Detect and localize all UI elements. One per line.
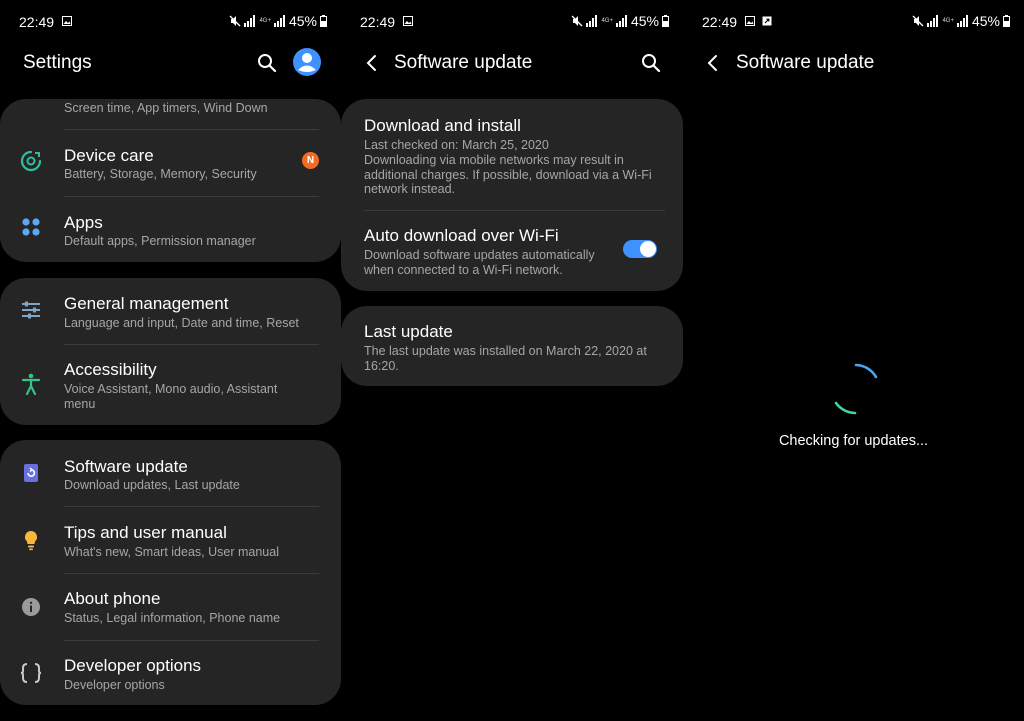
- battery-icon: [662, 15, 669, 27]
- settings-group-3: Software update Download updates, Last u…: [0, 440, 341, 705]
- item-subtitle: Default apps, Permission manager: [64, 234, 256, 248]
- mute-icon: [229, 15, 241, 27]
- developer-options-icon: [18, 660, 44, 686]
- auto-download-title: Auto download over Wi-Fi: [364, 226, 559, 245]
- item-title: About phone: [64, 589, 161, 608]
- item-title: Tips and user manual: [64, 523, 227, 542]
- battery-percent: 45%: [971, 13, 1000, 29]
- settings-item-tips[interactable]: Tips and user manual What's new, Smart i…: [0, 507, 341, 573]
- item-subtitle: Screen time, App timers, Wind Down: [64, 101, 268, 115]
- download-install-title: Download and install: [364, 116, 521, 135]
- new-badge: N: [302, 152, 319, 169]
- update-notification-icon: [762, 16, 772, 26]
- item-title: Software update: [64, 457, 188, 476]
- page-title: Software update: [736, 52, 875, 73]
- item-subtitle: Download updates, Last update: [64, 478, 240, 492]
- page-title: Software update: [394, 52, 533, 73]
- signal-icon-2: [273, 15, 285, 27]
- network-type: 4G+: [259, 18, 271, 24]
- settings-item-software-update[interactable]: Software update Download updates, Last u…: [0, 440, 341, 506]
- status-time: 22:49: [360, 14, 396, 30]
- back-arrow-icon[interactable]: [361, 52, 383, 74]
- back-arrow-icon[interactable]: [702, 52, 724, 74]
- settings-item-device-care[interactable]: Device care Battery, Storage, Memory, Se…: [0, 130, 341, 196]
- settings-item-about-phone[interactable]: About phone Status, Legal information, P…: [0, 574, 341, 640]
- settings-item-accessibility[interactable]: Accessibility Voice Assistant, Mono audi…: [0, 345, 341, 425]
- settings-appbar: Settings: [0, 44, 341, 82]
- settings-group-2: General management Language and input, D…: [0, 278, 341, 425]
- settings-item-developer-options[interactable]: Developer options Developer options: [0, 641, 341, 705]
- auto-download-item[interactable]: Auto download over Wi-Fi Download softwa…: [341, 211, 683, 291]
- battery-icon: [320, 15, 327, 27]
- last-update-title: Last update: [364, 322, 453, 341]
- software-update-screen: 22:49 4G+ 45% Software update Download a…: [341, 0, 683, 721]
- download-install-item[interactable]: Download and install Last checked on: Ma…: [341, 99, 683, 209]
- auto-download-toggle[interactable]: [623, 240, 657, 258]
- accessibility-icon: [18, 371, 44, 397]
- settings-item-digital-wellbeing[interactable]: Screen time, App timers, Wind Down: [0, 99, 341, 129]
- auto-download-description: Download software updates automatically …: [364, 248, 595, 277]
- status-bar: 22:49 4G+ 45%: [683, 0, 1024, 44]
- mute-icon: [571, 15, 583, 27]
- network-type: 4G+: [942, 18, 954, 24]
- checking-message: Checking for updates...: [778, 433, 929, 449]
- last-checked-text: Last checked on: March 25, 2020: [364, 138, 549, 152]
- battery-icon: [1003, 15, 1010, 27]
- settings-screen: 22:49 4G+ 45% Settings Screen time, App …: [0, 0, 341, 721]
- item-title: Device care: [64, 146, 154, 165]
- battery-percent: 45%: [288, 13, 317, 29]
- settings-group-1: Screen time, App timers, Wind Down Devic…: [0, 99, 341, 262]
- status-bar: 22:49 4G+ 45%: [341, 0, 683, 44]
- signal-icon-2: [615, 15, 627, 27]
- update-options-card: Download and install Last checked on: Ma…: [341, 99, 683, 291]
- item-title: Apps: [64, 213, 103, 232]
- item-subtitle: Battery, Storage, Memory, Security: [64, 167, 257, 181]
- status-right: 4G+ 45%: [229, 13, 327, 29]
- checking-appbar: Software update: [683, 44, 1024, 82]
- gallery-notification-icon: [745, 16, 755, 26]
- loading-spinner-icon: [834, 363, 878, 415]
- item-subtitle: Language and input, Date and time, Reset: [64, 316, 299, 330]
- network-type: 4G+: [601, 18, 613, 24]
- mobile-network-note: Downloading via mobile networks may resu…: [364, 153, 652, 197]
- info-icon: [18, 594, 44, 620]
- item-title: General management: [64, 294, 229, 313]
- signal-icon: [244, 15, 256, 27]
- software-update-icon: [18, 460, 44, 486]
- status-right: 4G+ 45%: [912, 13, 1010, 29]
- item-subtitle: Voice Assistant, Mono audio, Assistant m…: [64, 382, 278, 411]
- battery-percent: 45%: [630, 13, 659, 29]
- item-subtitle: Status, Legal information, Phone name: [64, 611, 281, 625]
- mute-icon: [912, 15, 924, 27]
- software-update-appbar: Software update: [341, 44, 683, 82]
- general-management-icon: [18, 297, 44, 323]
- gallery-notification-icon: [62, 16, 72, 26]
- item-subtitle: Developer options: [64, 678, 165, 692]
- status-time: 22:49: [19, 14, 55, 30]
- last-update-card[interactable]: Last update The last update was installe…: [341, 306, 683, 386]
- signal-icon: [927, 15, 939, 27]
- settings-item-apps[interactable]: Apps Default apps, Permission manager: [0, 197, 341, 262]
- last-update-description: The last update was installed on March 2…: [364, 344, 647, 373]
- item-subtitle: What's new, Smart ideas, User manual: [64, 545, 279, 559]
- item-title: Developer options: [64, 656, 202, 675]
- account-icon[interactable]: [292, 47, 322, 77]
- item-title: Accessibility: [64, 360, 157, 379]
- checking-updates-screen: 22:49 4G+ 45% Software update Checking f…: [683, 0, 1024, 721]
- device-care-icon: [18, 148, 44, 174]
- signal-icon: [586, 15, 598, 27]
- status-time: 22:49: [702, 14, 738, 30]
- signal-icon-2: [956, 15, 968, 27]
- status-bar: 22:49 4G+ 45%: [0, 0, 341, 44]
- settings-item-general-management[interactable]: General management Language and input, D…: [0, 278, 341, 344]
- search-icon[interactable]: [640, 52, 662, 74]
- apps-icon: [18, 214, 44, 240]
- gallery-notification-icon: [403, 16, 413, 26]
- toggle-knob: [640, 241, 656, 257]
- page-title: Settings: [23, 52, 92, 73]
- status-right: 4G+ 45%: [571, 13, 669, 29]
- lightbulb-icon: [18, 527, 44, 553]
- search-icon[interactable]: [256, 52, 278, 74]
